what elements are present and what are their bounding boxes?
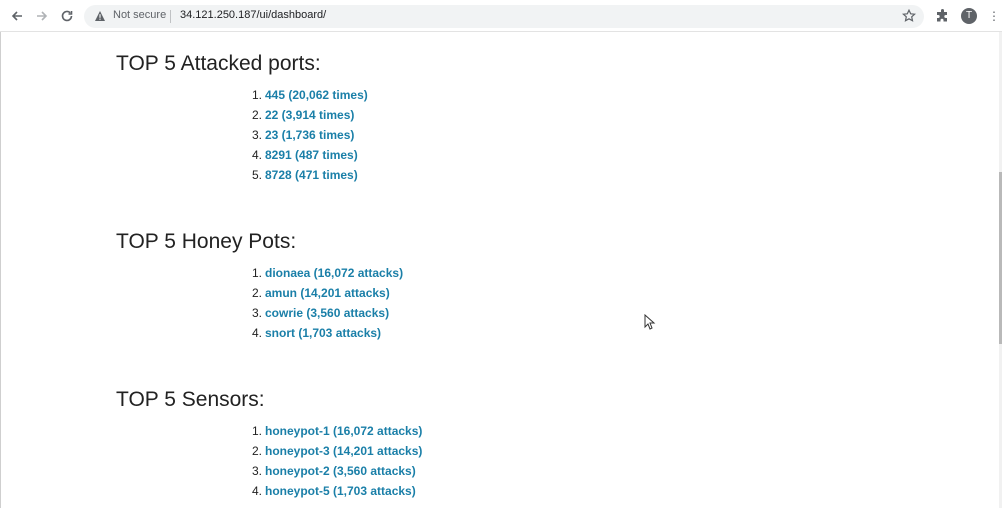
- list-number: 3.: [252, 306, 263, 320]
- list-number: 2.: [252, 444, 263, 458]
- kebab-menu-icon[interactable]: ⋮: [988, 9, 1000, 23]
- sensors-heading: TOP 5 Sensors:: [116, 388, 265, 411]
- list-item: 3. cowrie (3,560 attacks): [252, 303, 403, 323]
- mouse-cursor-icon: [644, 314, 656, 330]
- bookmark-star-icon[interactable]: [902, 9, 916, 23]
- honeypot-link[interactable]: dionaea (16,072 attacks): [265, 266, 403, 280]
- list-number: 5.: [252, 168, 263, 182]
- list-number: 4.: [252, 326, 263, 340]
- list-item: 4. honeypot-5 (1,703 attacks): [252, 481, 422, 501]
- list-item: 1. 445 (20,062 times): [252, 85, 368, 105]
- reload-icon[interactable]: [57, 6, 77, 26]
- list-item: 2. amun (14,201 attacks): [252, 283, 403, 303]
- forward-arrow-icon[interactable]: [32, 6, 52, 26]
- honey-pots-list: 1. dionaea (16,072 attacks) 2. amun (14,20…: [252, 263, 403, 343]
- sensor-link[interactable]: honeypot-2 (3,560 attacks): [265, 464, 416, 478]
- sensor-link[interactable]: honeypot-1 (16,072 attacks): [265, 424, 422, 438]
- port-link[interactable]: 23 (1,736 times): [265, 128, 354, 142]
- list-item: 5. 8728 (471 times): [252, 165, 368, 185]
- honeypot-link[interactable]: cowrie (3,560 attacks): [265, 306, 389, 320]
- sensor-link[interactable]: honeypot-5 (1,703 attacks): [265, 484, 416, 498]
- honey-pots-heading: TOP 5 Honey Pots:: [116, 230, 297, 253]
- list-number: 1.: [252, 266, 263, 280]
- list-item: 1. honeypot-1 (16,072 attacks): [252, 421, 422, 441]
- list-item: 4. 8291 (487 times): [252, 145, 368, 165]
- list-item: 3. 23 (1,736 times): [252, 125, 368, 145]
- list-number: 4.: [252, 484, 263, 498]
- separator: [170, 10, 171, 23]
- honeypot-link[interactable]: amun (14,201 attacks): [265, 286, 390, 300]
- sensor-link[interactable]: honeypot-3 (14,201 attacks): [265, 444, 422, 458]
- attacked-ports-heading: TOP 5 Attacked ports:: [116, 52, 321, 75]
- warning-icon: [95, 11, 105, 21]
- security-label[interactable]: Not secure: [113, 9, 166, 21]
- url-text[interactable]: 34.121.250.187/ui/dashboard/: [180, 9, 326, 21]
- port-link[interactable]: 8728 (471 times): [265, 168, 358, 182]
- list-number: 3.: [252, 464, 263, 478]
- browser-toolbar: Not secure 34.121.250.187/ui/dashboard/ …: [0, 0, 1002, 32]
- page-left-border: [0, 32, 1, 508]
- list-number: 4.: [252, 148, 263, 162]
- honeypot-link[interactable]: snort (1,703 attacks): [265, 326, 381, 340]
- profile-avatar[interactable]: T: [961, 8, 977, 24]
- list-item: 4. snort (1,703 attacks): [252, 323, 403, 343]
- list-item: 2. honeypot-3 (14,201 attacks): [252, 441, 422, 461]
- list-item: 1. dionaea (16,072 attacks): [252, 263, 403, 283]
- address-bar[interactable]: Not secure 34.121.250.187/ui/dashboard/: [84, 5, 924, 28]
- list-number: 2.: [252, 108, 263, 122]
- list-item: 3. honeypot-2 (3,560 attacks): [252, 461, 422, 481]
- sensors-list: 1. honeypot-1 (16,072 attacks) 2. honeypot…: [252, 421, 422, 501]
- attacked-ports-list: 1. 445 (20,062 times) 2. 22 (3,914 times) …: [252, 85, 368, 185]
- port-link[interactable]: 445 (20,062 times): [265, 88, 368, 102]
- port-link[interactable]: 8291 (487 times): [265, 148, 358, 162]
- list-number: 3.: [252, 128, 263, 142]
- list-item: 2. 22 (3,914 times): [252, 105, 368, 125]
- list-number: 2.: [252, 286, 263, 300]
- list-number: 1.: [252, 424, 263, 438]
- extensions-puzzle-icon[interactable]: [936, 9, 950, 23]
- list-number: 1.: [252, 88, 263, 102]
- back-arrow-icon[interactable]: [7, 6, 27, 26]
- port-link[interactable]: 22 (3,914 times): [265, 108, 354, 122]
